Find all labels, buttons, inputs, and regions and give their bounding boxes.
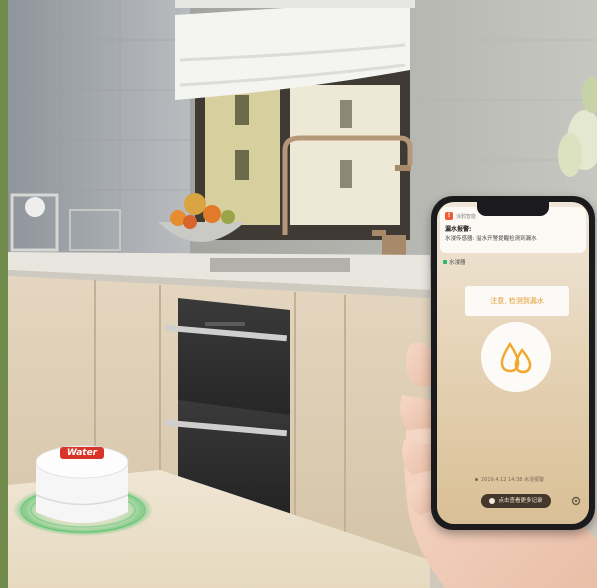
notification-body: 水浸传感器: 溢水开警提醒检测到漏水 bbox=[445, 236, 537, 242]
view-records-label: 点击查看更多记录 bbox=[498, 498, 543, 504]
device-status-icon bbox=[443, 260, 447, 264]
sensor-label: Water bbox=[60, 447, 104, 459]
notification-app-name: 涂鸦智能 bbox=[456, 214, 477, 220]
device-tag: 水浸器 bbox=[443, 258, 466, 266]
device-tag-label: 水浸器 bbox=[449, 260, 466, 266]
sensor-label-text: Water bbox=[66, 448, 98, 458]
phone-screen: ! 涂鸦智能 漏水报警: 水浸传感器: 溢水开警提醒检测到漏水 水浸器 注意, … bbox=[437, 202, 589, 524]
view-records-button[interactable]: 点击查看更多记录 bbox=[481, 494, 551, 508]
smartphone: ! 涂鸦智能 漏水报警: 水浸传感器: 溢水开警提醒检测到漏水 水浸器 注意, … bbox=[431, 196, 595, 530]
droplets-icon bbox=[500, 341, 532, 374]
settings-icon[interactable] bbox=[571, 496, 581, 506]
notification-title: 漏水报警: bbox=[445, 226, 472, 233]
timeline-dot bbox=[475, 478, 478, 481]
alert-banner: 注意, 检测到漏水 bbox=[465, 286, 569, 316]
app-logo-icon: ! bbox=[445, 212, 453, 220]
event-timestamp-text: 2019.4.12 14:38 水浸报警 bbox=[481, 477, 545, 483]
event-timestamp: 2019.4.12 14:38 水浸报警 bbox=[475, 476, 544, 483]
leak-status-indicator bbox=[481, 322, 551, 392]
phone-notch bbox=[477, 202, 549, 216]
info-icon bbox=[489, 497, 496, 504]
